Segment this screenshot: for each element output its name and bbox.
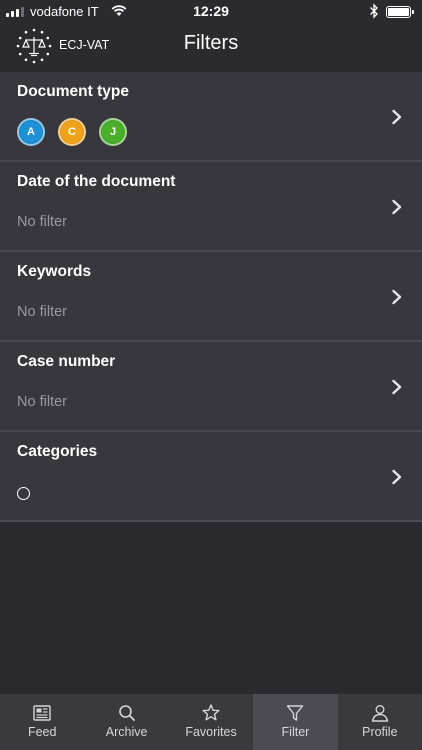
chevron-right-icon bbox=[392, 469, 402, 485]
tab-label: Favorites bbox=[185, 725, 237, 739]
filter-value: No filter bbox=[17, 304, 67, 320]
chevron-right-icon bbox=[392, 289, 402, 305]
filter-list: Document type A C J Date of the document… bbox=[0, 72, 422, 522]
filter-row-date[interactable]: Date of the document No filter bbox=[0, 162, 422, 252]
filter-value: No filter bbox=[17, 394, 67, 410]
document-type-badges: A C J bbox=[17, 118, 127, 146]
empty-circle-icon bbox=[17, 487, 30, 500]
document-type-badge-j: J bbox=[99, 118, 127, 146]
newspaper-icon bbox=[33, 705, 51, 721]
tab-label: Archive bbox=[105, 725, 148, 739]
filter-value: No filter bbox=[17, 214, 67, 230]
tab-profile[interactable]: Profile bbox=[338, 694, 422, 750]
chevron-right-icon bbox=[392, 379, 402, 395]
person-icon bbox=[371, 705, 389, 722]
filter-title: Date of the document bbox=[17, 173, 176, 190]
status-bar: vodafone IT 12:29 bbox=[0, 0, 422, 24]
filter-title: Keywords bbox=[17, 263, 92, 280]
filter-title: Categories bbox=[17, 443, 98, 460]
filter-row-document-type[interactable]: Document type A C J bbox=[0, 72, 422, 162]
star-icon bbox=[202, 704, 220, 721]
tab-label: Profile bbox=[362, 725, 398, 739]
tab-feed[interactable]: Feed bbox=[0, 694, 84, 750]
filter-row-case-number[interactable]: Case number No filter bbox=[0, 342, 422, 432]
tab-filter[interactable]: Filter bbox=[253, 694, 338, 750]
filter-row-keywords[interactable]: Keywords No filter bbox=[0, 252, 422, 342]
filter-row-categories[interactable]: Categories bbox=[0, 432, 422, 522]
document-type-badge-a: A bbox=[17, 118, 45, 146]
navigation-bar: ECJ-VAT Filters bbox=[0, 24, 422, 72]
page-title: Filters bbox=[183, 32, 239, 54]
filter-title: Case number bbox=[17, 353, 116, 370]
tab-favorites[interactable]: Favorites bbox=[169, 694, 253, 750]
tab-bar: Feed Archive Favorites Filter Profile bbox=[0, 694, 422, 750]
empty-area bbox=[0, 522, 422, 694]
status-time: 12:29 bbox=[193, 3, 229, 19]
filters-screen: vodafone IT 12:29 ECJ-VAT Filters Docume… bbox=[0, 0, 422, 750]
tab-label: Filter bbox=[281, 725, 310, 739]
filter-title: Document type bbox=[17, 83, 129, 100]
chevron-right-icon bbox=[392, 199, 402, 215]
document-type-badge-c: C bbox=[58, 118, 86, 146]
filter-icon bbox=[287, 705, 304, 721]
chevron-right-icon bbox=[392, 109, 402, 125]
battery-icon bbox=[386, 6, 414, 18]
bluetooth-icon bbox=[370, 3, 378, 19]
tab-label: Feed bbox=[27, 725, 57, 739]
search-icon bbox=[118, 705, 135, 721]
tab-archive[interactable]: Archive bbox=[84, 694, 168, 750]
